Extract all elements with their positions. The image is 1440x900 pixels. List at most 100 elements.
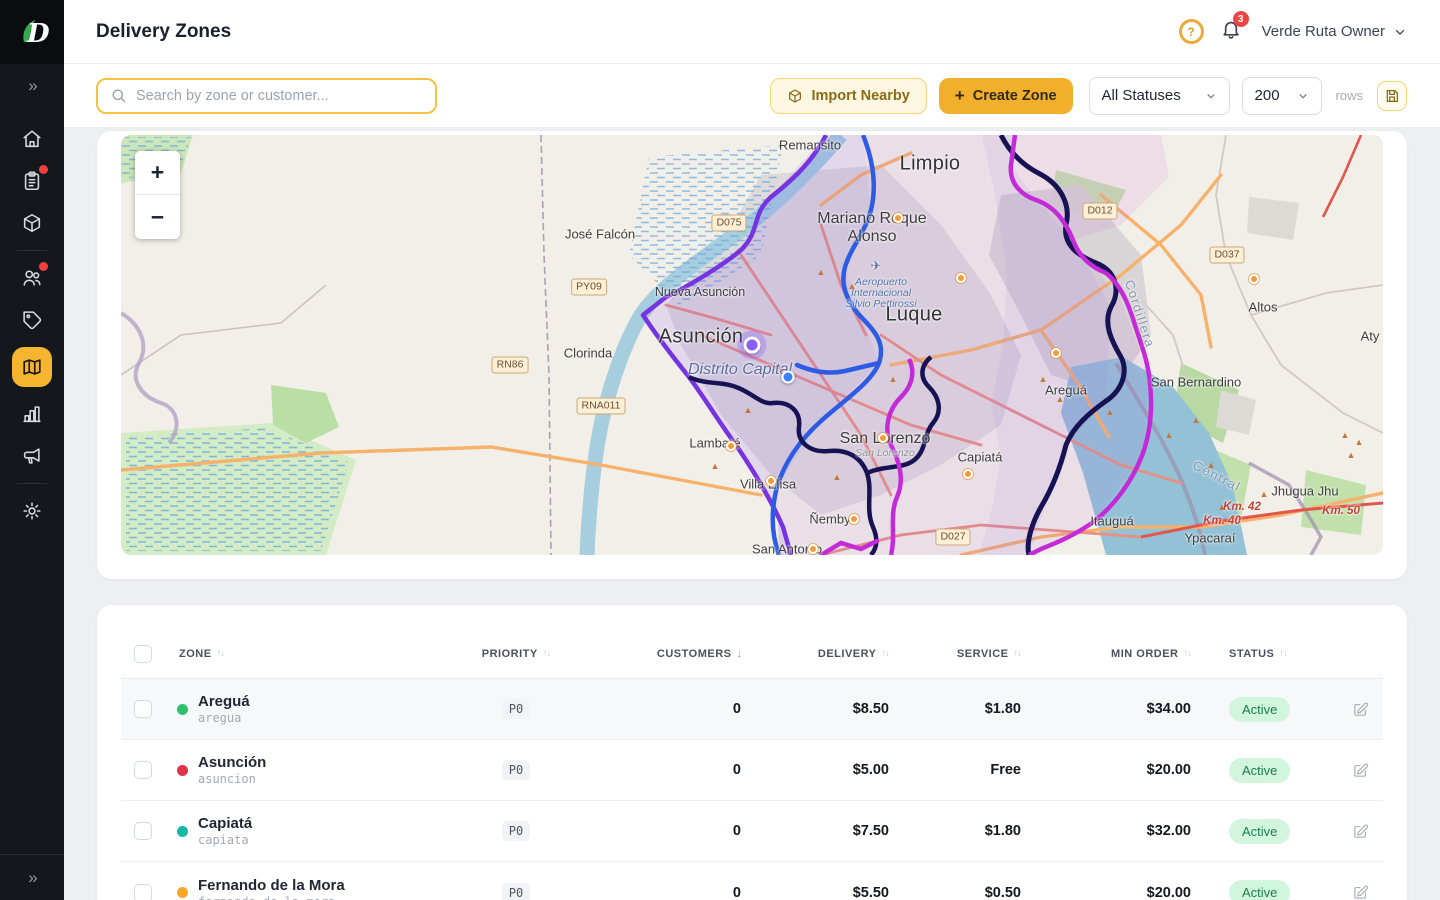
priority-cell: P0	[451, 883, 581, 900]
user-name: Verde Ruta Owner	[1262, 23, 1385, 40]
import-nearby-button[interactable]: Import Nearby	[770, 78, 926, 114]
home-icon	[21, 128, 43, 150]
service-value: $1.80	[889, 701, 1021, 717]
tag-icon	[21, 309, 43, 331]
rows-label: rows	[1336, 88, 1363, 103]
sort-both-icon: ↑↓	[543, 648, 551, 659]
table-header-row: ZONE↑↓PRIORITY↑↓CUSTOMERS↓DELIVERY↑↓SERV…	[121, 629, 1383, 679]
chevron-down-icon	[1393, 25, 1407, 39]
zone-color-dot	[177, 887, 188, 898]
import-nearby-label: Import Nearby	[811, 88, 909, 104]
page-size-select[interactable]: 200	[1242, 77, 1322, 115]
notification-dot	[39, 262, 48, 271]
save-view-button[interactable]	[1377, 81, 1407, 111]
zoom-in-button[interactable]: +	[135, 151, 180, 195]
create-zone-button[interactable]: + Create Zone	[939, 78, 1073, 114]
edit-pencil-icon	[1352, 823, 1369, 840]
sidebar-item-products[interactable]	[0, 202, 64, 244]
map-icon	[21, 356, 43, 378]
column-header-min-order[interactable]: MIN ORDER ↑↓	[1021, 648, 1191, 660]
status-cell: Active	[1191, 697, 1339, 722]
zone-name: Fernando de la Mora	[198, 877, 345, 894]
map-zoom-control: + −	[135, 151, 180, 239]
row-checkbox[interactable]	[134, 822, 152, 840]
column-label: MIN ORDER	[1111, 648, 1178, 660]
priority-badge: P0	[502, 883, 530, 900]
sidebar-expand-button[interactable]: »	[0, 64, 64, 108]
row-checkbox-cell	[121, 761, 169, 779]
zone-cell: Fernando de la Morafernando-de-la-mora	[169, 877, 451, 900]
priority-badge: P0	[502, 821, 530, 841]
sidebar-item-announcements[interactable]	[0, 435, 64, 477]
zone-cell: Areguáaregua	[169, 693, 451, 725]
sidebar-item-home[interactable]	[0, 118, 64, 160]
chevrons-right-icon: »	[28, 76, 35, 96]
status-badge: Active	[1229, 758, 1290, 783]
delivery-value: $8.50	[741, 701, 889, 717]
question-mark-icon: ?	[1187, 25, 1194, 39]
sidebar-divider	[17, 250, 47, 251]
column-header-priority[interactable]: PRIORITY↑↓	[451, 648, 581, 660]
edit-zone-button[interactable]	[1352, 762, 1369, 779]
table-row[interactable]: AreguáareguaP00$8.50$1.80$34.00Active	[121, 679, 1383, 740]
edit-zone-button[interactable]	[1352, 823, 1369, 840]
bar-chart-icon	[21, 403, 43, 425]
row-checkbox[interactable]	[134, 761, 152, 779]
column-header-status[interactable]: STATUS↑↓	[1191, 648, 1339, 660]
user-menu[interactable]: Verde Ruta Owner	[1262, 23, 1407, 40]
sort-both-icon: ↑↓	[1184, 648, 1192, 659]
column-header-service[interactable]: SERVICE↑↓	[889, 648, 1021, 660]
min-order-value: $34.00	[1021, 701, 1191, 717]
sidebar-item-analytics[interactable]	[0, 393, 64, 435]
table-row[interactable]: AsunciónasuncionP00$5.00Free$20.00Active	[121, 740, 1383, 801]
row-checkbox[interactable]	[134, 884, 152, 900]
basemap-graphic	[121, 135, 1383, 555]
page-size-value: 200	[1255, 87, 1287, 104]
zone-name: Areguá	[198, 693, 250, 710]
row-checkbox[interactable]	[134, 700, 152, 718]
sidebar-item-customers[interactable]	[0, 257, 64, 299]
customers-value: 0	[581, 823, 741, 839]
actions-cell	[1339, 762, 1383, 779]
help-button[interactable]: ?	[1179, 19, 1204, 44]
edit-pencil-icon	[1352, 701, 1369, 718]
brand-d-leaf-icon: D	[15, 15, 49, 49]
status-filter-select[interactable]: All Statuses	[1089, 77, 1230, 115]
map-canvas[interactable]: RemansitoLimpioMariano RoqueAlonsoJosé F…	[121, 135, 1383, 555]
column-header-delivery[interactable]: DELIVERY↑↓	[741, 648, 889, 660]
status-badge: Active	[1229, 819, 1290, 844]
save-floppy-icon	[1384, 88, 1400, 104]
search-box[interactable]	[96, 78, 437, 114]
toolbar: Import Nearby + Create Zone All Statuses…	[64, 64, 1440, 127]
sidebar-collapse-button[interactable]: »	[0, 854, 64, 900]
actions-cell	[1339, 701, 1383, 718]
service-value: Free	[889, 762, 1021, 778]
table-row[interactable]: CapiatácapiataP00$7.50$1.80$32.00Active	[121, 801, 1383, 862]
plus-icon: +	[955, 87, 965, 104]
gear-icon	[21, 500, 43, 522]
sidebar-item-tags[interactable]	[0, 299, 64, 341]
notification-count-badge: 3	[1233, 11, 1249, 27]
column-header-zone[interactable]: ZONE↑↓	[169, 648, 451, 660]
chevrons-right-icon: »	[28, 868, 35, 888]
zone-name: Asunción	[198, 754, 266, 771]
zoom-out-button[interactable]: −	[135, 195, 180, 239]
table-row[interactable]: Fernando de la Morafernando-de-la-mora P0…	[121, 862, 1383, 900]
sidebar-item-delivery-zones[interactable]	[0, 341, 64, 393]
top-header: Delivery Zones ? 3 Verde Ruta Owner	[64, 0, 1440, 64]
select-all-checkbox[interactable]	[134, 645, 152, 663]
delivery-value: $5.50	[741, 885, 889, 900]
sidebar-item-orders[interactable]	[0, 160, 64, 202]
notifications-button[interactable]: 3	[1220, 18, 1242, 45]
column-header-customers[interactable]: CUSTOMERS↓	[581, 648, 741, 660]
edit-zone-button[interactable]	[1352, 884, 1369, 900]
row-checkbox-cell	[121, 700, 169, 718]
app-logo[interactable]: D	[0, 0, 64, 64]
sort-both-icon: ↑↓	[1014, 648, 1022, 659]
edit-zone-button[interactable]	[1352, 701, 1369, 718]
zone-cell: Asunciónasuncion	[169, 754, 451, 786]
sidebar-item-settings[interactable]	[0, 490, 64, 532]
search-input[interactable]	[136, 88, 423, 104]
priority-cell: P0	[451, 699, 581, 719]
column-label: DELIVERY	[818, 648, 877, 660]
